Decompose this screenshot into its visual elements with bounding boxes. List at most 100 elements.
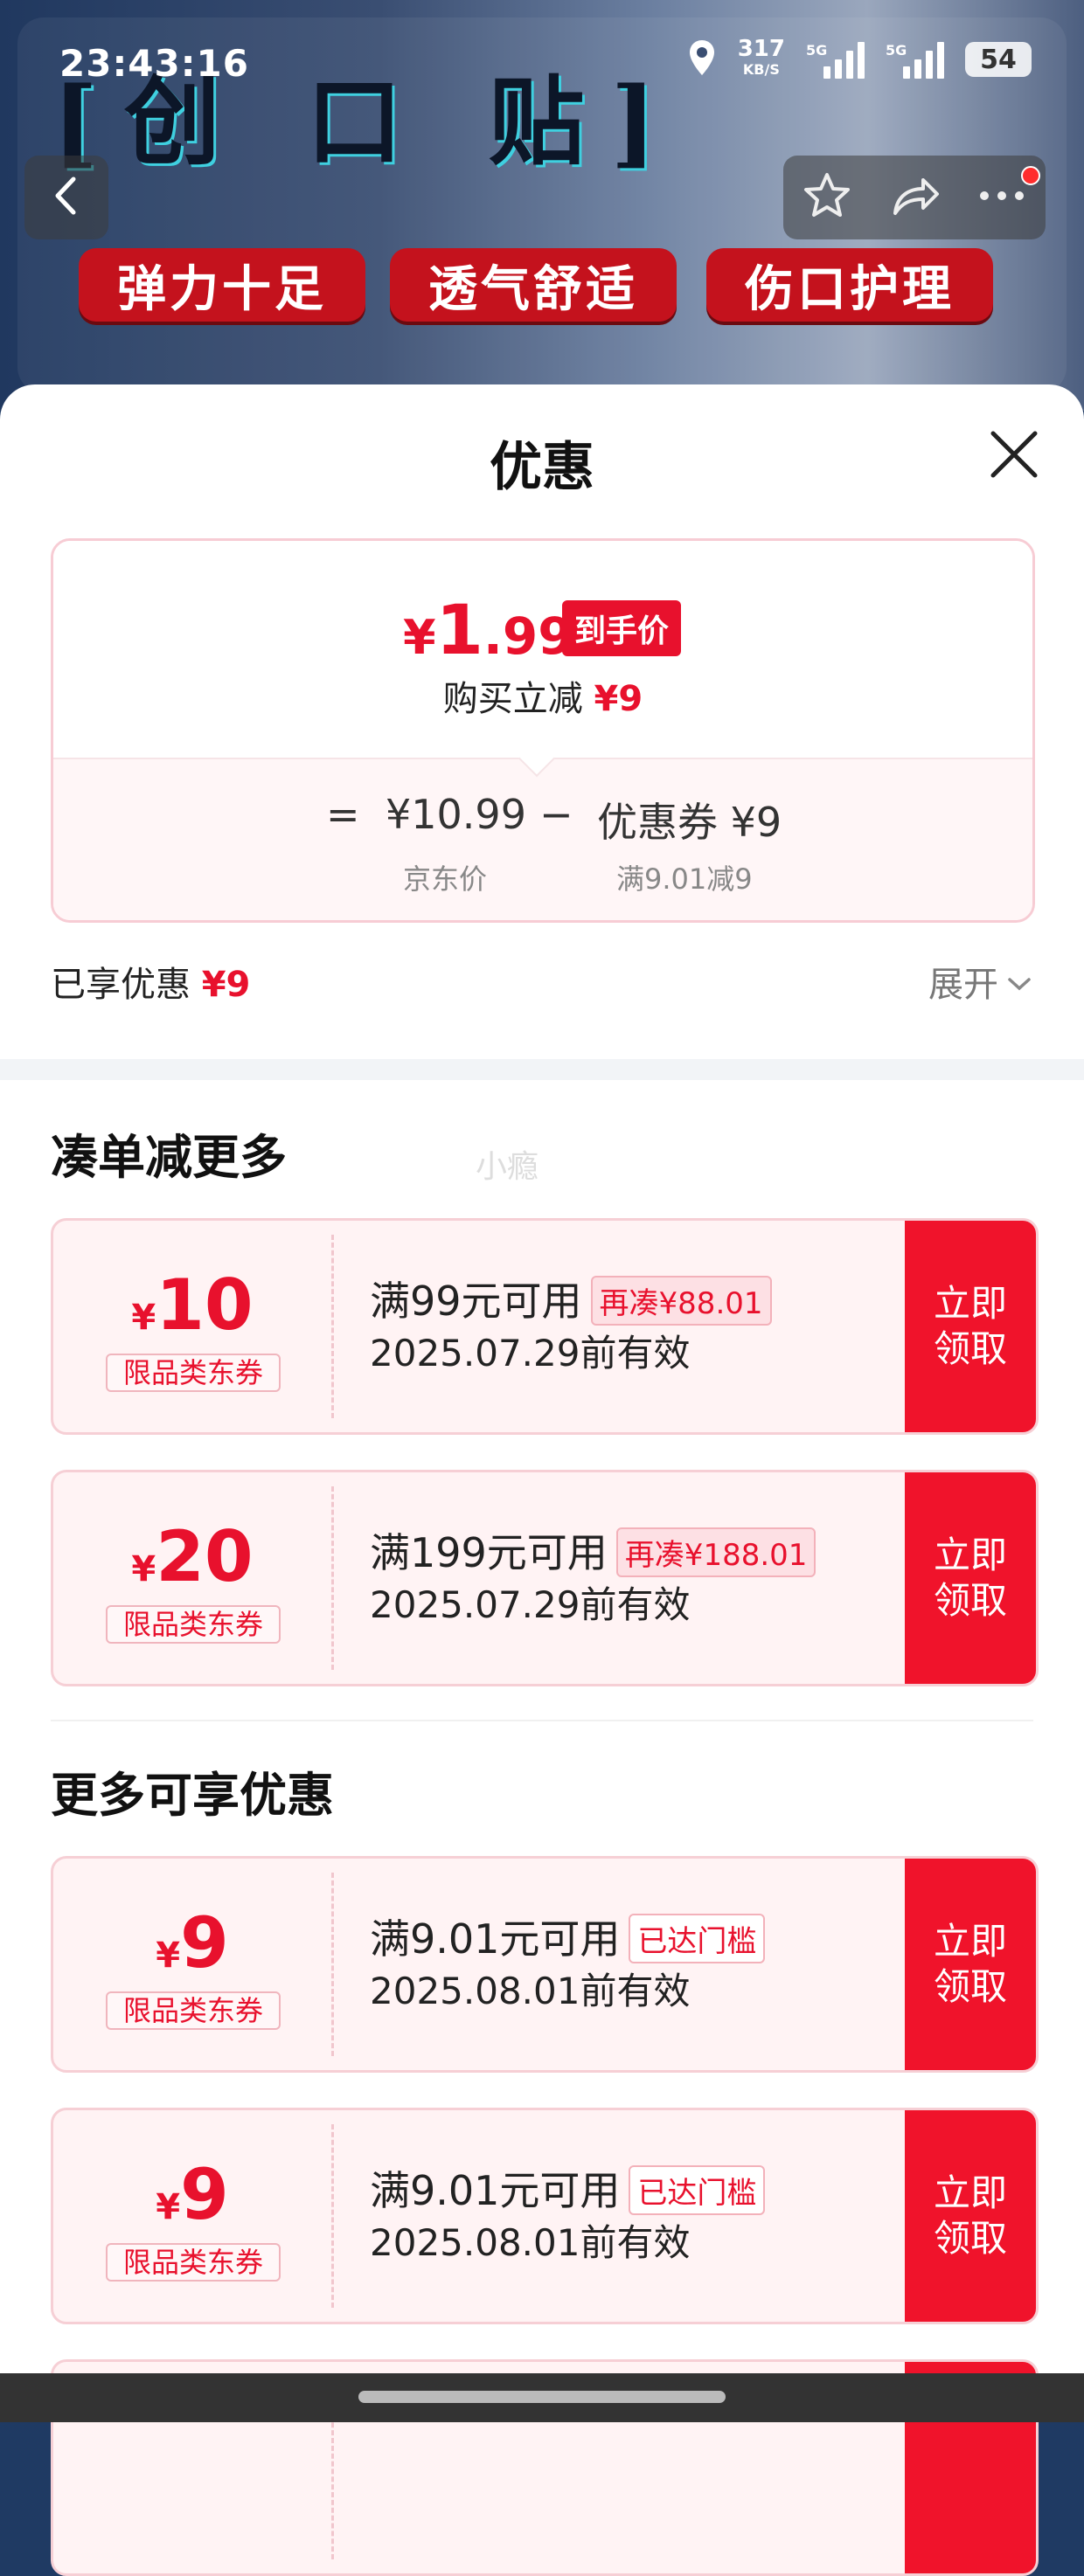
coupon-condition-text: 满9.01元可用 — [370, 1915, 621, 1963]
star-icon[interactable] — [801, 170, 853, 225]
banner-tag: 透气舒适 — [390, 248, 677, 322]
base-price-label: 京东价 — [403, 862, 488, 896]
expand-label: 展开 — [928, 965, 998, 1005]
net-speed-unit: KB/S — [742, 61, 780, 78]
net-speed-value: 317 — [737, 36, 785, 62]
claim-button[interactable]: 立即 领取 — [905, 1859, 1036, 2070]
coupon-card: ¥20 限品类东券 满199元可用 再凑¥188.01 2025.07.29前有效… — [51, 1470, 1039, 1686]
coupon-currency: ¥ — [131, 1298, 156, 1338]
enjoyed-amount: ¥9 — [201, 965, 251, 1005]
section-divider — [51, 1720, 1033, 1721]
base-price: ¥10.99 — [386, 791, 526, 838]
coupon-valid: 2025.08.01前有效 — [370, 2221, 691, 2264]
battery-icon: 54 — [965, 42, 1032, 77]
sheet-title: 优惠 — [490, 437, 594, 498]
price-card: ¥1.99 到手价 购买立减 ¥9 = ¥10.99 − 优惠券 ¥9 京东价 … — [51, 538, 1035, 923]
equals-sign: = — [326, 791, 360, 838]
coupon-deduction: 优惠券 ¥9 — [597, 799, 782, 846]
coupon-tip: 再凑¥188.01 — [615, 1527, 816, 1577]
price-breakdown — [53, 758, 1032, 920]
final-price-dec: .99 — [483, 606, 573, 666]
enjoyed-discount: 已享优惠 ¥9 — [51, 956, 250, 1007]
coupon-amount: ¥20 — [53, 1516, 331, 1597]
coupon-amount: ¥9 — [53, 2154, 331, 2235]
more-icon[interactable] — [976, 170, 1028, 225]
final-price: ¥1.99 — [403, 592, 573, 670]
section-title-more-enjoy: 更多可享优惠 — [51, 1768, 334, 1823]
discount-sheet: 优惠 ¥1.99 到手价 购买立减 ¥9 = ¥10.99 − 优惠券 ¥9 京… — [0, 384, 1084, 2576]
coupon-currency: ¥ — [156, 2187, 181, 2227]
action-group — [783, 156, 1046, 239]
coupon-valid: 2025.08.01前有效 — [370, 1970, 691, 2012]
coupon-currency: ¥ — [131, 1549, 156, 1589]
section-title-more-order: 凑单减更多 — [51, 1130, 287, 1185]
coupon-value: 20 — [156, 1516, 254, 1597]
coupon-value: 9 — [180, 2154, 229, 2235]
price-summary: ¥1.99 到手价 购买立减 ¥9 — [53, 541, 1032, 758]
banner-tag: 弹力十足 — [79, 248, 365, 322]
signal-icon: 5G — [806, 40, 865, 79]
expand-button[interactable]: 展开 — [928, 956, 1032, 1007]
coupon-divider — [331, 1486, 334, 1670]
minus-sign: − — [539, 791, 573, 838]
buy-reduce-amount: ¥9 — [594, 679, 643, 719]
coupon-kind: 限品类东券 — [106, 2243, 281, 2282]
chevron-down-icon — [1007, 961, 1032, 1001]
status-time: 23:43:16 — [59, 42, 249, 85]
coupon-value: 9 — [180, 1902, 229, 1984]
coupon-kind: 限品类东券 — [106, 1991, 281, 2030]
back-button[interactable] — [24, 156, 108, 239]
buy-reduce-label: 购买立减 — [442, 679, 583, 719]
coupon-tip: 已达门槛 — [629, 2165, 766, 2215]
coupon-condition-text: 满99元可用 — [370, 1278, 582, 1325]
final-price-badge: 到手价 — [562, 600, 682, 656]
coupon-card: ¥9 限品类东券 满9.01元可用 已达门槛 2025.08.01前有效 立即 领取 — [51, 1856, 1039, 2073]
watermark: 小瘾 — [476, 1149, 539, 1185]
coupon-tip: 已达门槛 — [629, 1914, 766, 1963]
network-label: 5G — [806, 42, 828, 59]
share-icon[interactable] — [888, 170, 941, 225]
final-price-int: 1 — [435, 592, 483, 670]
location-icon — [687, 38, 717, 80]
notification-dot — [1021, 166, 1040, 185]
coupon-condition-text: 满9.01元可用 — [370, 2167, 621, 2214]
banner-tag: 伤口护理 — [706, 248, 993, 322]
close-icon — [988, 431, 1040, 484]
coupon-condition: 满199元可用 再凑¥188.01 — [370, 1521, 816, 1581]
coupon-card: ¥9 限品类东券 满9.01元可用 已达门槛 2025.08.01前有效 立即 领取 — [51, 2108, 1039, 2324]
section-gap — [0, 1059, 1084, 1080]
coupon-tip: 再凑¥88.01 — [590, 1276, 772, 1326]
close-button[interactable] — [988, 428, 1040, 481]
claim-button[interactable]: 立即 领取 — [905, 2110, 1036, 2322]
coupon-condition-text: 满199元可用 — [370, 1529, 608, 1576]
net-speed: 317 KB/S — [738, 38, 785, 80]
coupon-divider — [331, 1235, 334, 1418]
coupon-rule: 满9.01减9 — [616, 862, 753, 896]
coupon-value-area: ¥20 限品类东券 — [53, 1472, 331, 1684]
coupon-kind: 限品类东券 — [106, 1605, 281, 1644]
coupon-amount: ¥9 — [53, 1902, 331, 1984]
coupon-valid: 2025.07.29前有效 — [370, 1583, 691, 1626]
back-icon — [49, 174, 84, 221]
coupon-currency: ¥ — [156, 1935, 181, 1976]
coupon-value-area: ¥10 限品类东券 — [53, 1221, 331, 1432]
coupon-condition: 满99元可用 再凑¥88.01 — [370, 1270, 772, 1329]
home-indicator[interactable] — [358, 2391, 726, 2403]
enjoyed-label: 已享优惠 — [51, 965, 191, 1005]
claim-button[interactable]: 立即 领取 — [905, 1472, 1036, 1684]
coupon-value-area: ¥9 限品类东券 — [53, 1859, 331, 2070]
status-icons: 317 KB/S 5G 5G 54 — [687, 38, 1032, 80]
buy-reduce: 购买立减 ¥9 — [53, 670, 1032, 721]
coupon-divider — [331, 2124, 334, 2308]
network-label: 5G — [886, 42, 907, 59]
coupon-divider — [331, 1873, 334, 2056]
claim-button[interactable]: 立即 领取 — [905, 1221, 1036, 1432]
coupon-value-area: ¥9 限品类东券 — [53, 2110, 331, 2322]
coupon-condition: 满9.01元可用 已达门槛 — [370, 1908, 766, 1967]
coupon-kind: 限品类东券 — [106, 1354, 281, 1392]
coupon-amount: ¥10 — [53, 1264, 331, 1346]
signal-icon: 5G — [886, 40, 944, 79]
currency-symbol: ¥ — [403, 610, 436, 665]
coupon-valid: 2025.07.29前有效 — [370, 1332, 691, 1375]
coupon-value: 10 — [156, 1264, 254, 1346]
